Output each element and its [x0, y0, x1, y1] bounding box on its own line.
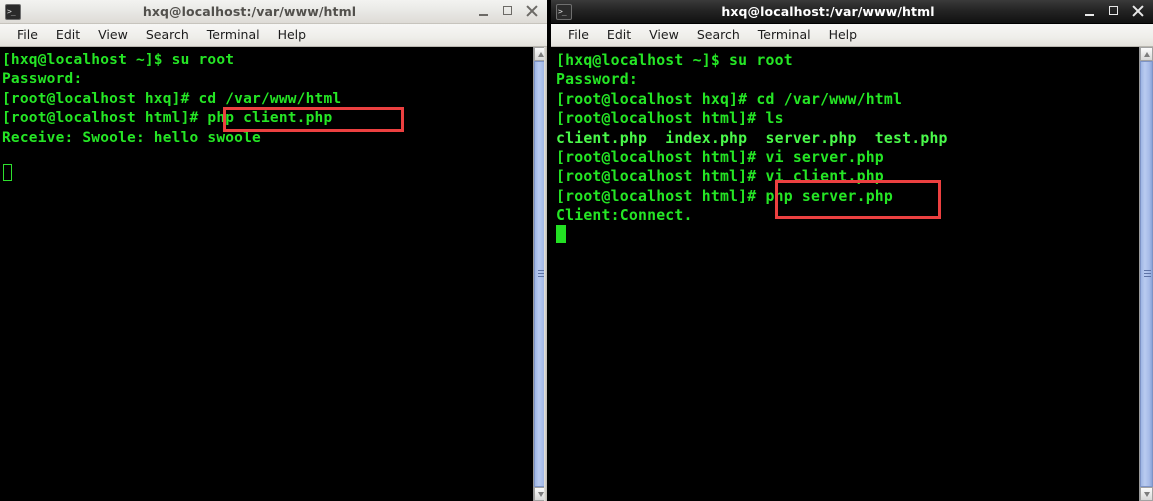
terminal-line: [root@localhost html]# php client.php — [2, 110, 333, 127]
terminal-line: [root@localhost html]# vi client.php — [556, 168, 884, 186]
terminal-line: [root@localhost hxq]# cd /var/www/html — [2, 90, 342, 107]
close-icon[interactable] — [526, 5, 539, 18]
menu-search[interactable]: Search — [688, 26, 749, 44]
maximize-icon[interactable] — [1108, 5, 1121, 18]
menu-view[interactable]: View — [89, 26, 137, 44]
terminal-line: Password: — [556, 71, 638, 89]
menu-view[interactable]: View — [640, 26, 688, 44]
menu-file[interactable]: File — [559, 26, 598, 44]
terminal-line: Client:Connect. — [556, 207, 693, 225]
close-icon[interactable] — [1132, 5, 1145, 18]
terminal-body-right: [hxq@localhost ~]$ su root Password: [ro… — [551, 47, 1153, 501]
terminal-screen-right[interactable]: [hxq@localhost ~]$ su root Password: [ro… — [551, 47, 1139, 501]
minimize-icon[interactable] — [478, 5, 491, 18]
menu-terminal[interactable]: Terminal — [749, 26, 820, 44]
terminal-line: [hxq@localhost ~]$ su root — [2, 52, 235, 68]
scroll-up-icon[interactable] — [1140, 47, 1153, 61]
terminal-line: [root@localhost html]# php server.php — [556, 187, 894, 205]
terminal-window-right[interactable]: hxq@localhost:/var/www/html File Edit Vi… — [551, 0, 1153, 501]
terminal-line: [root@localhost html]# vi server.php — [556, 149, 884, 167]
terminal-body-left: [hxq@localhost ~]$ su root Password: [ro… — [0, 47, 547, 501]
terminal-line-ls-output: client.php index.php server.php test.php — [556, 129, 948, 147]
menubar-left: File Edit View Search Terminal Help — [0, 24, 547, 47]
menu-help[interactable]: Help — [820, 26, 867, 44]
menu-edit[interactable]: Edit — [598, 26, 640, 44]
terminal-cursor-left — [3, 164, 12, 181]
menu-file[interactable]: File — [8, 26, 47, 44]
scrollbar-thumb[interactable] — [1140, 61, 1153, 487]
titlebar-right[interactable]: hxq@localhost:/var/www/html — [551, 0, 1153, 24]
scrollbar-grip-icon — [1144, 270, 1151, 278]
menu-help[interactable]: Help — [269, 26, 316, 44]
window-frame-edge-left — [544, 47, 547, 501]
menu-search[interactable]: Search — [137, 26, 198, 44]
terminal-line: [root@localhost hxq]# cd /var/www/html — [556, 90, 903, 108]
terminal-line: Password: — [2, 71, 83, 88]
maximize-icon[interactable] — [502, 5, 515, 18]
window-controls-right — [1084, 5, 1149, 18]
window-title-right: hxq@localhost:/var/www/html — [721, 4, 935, 19]
terminal-line: Receive: Swoole: hello swoole — [2, 129, 261, 146]
terminal-icon — [5, 3, 21, 20]
minimize-icon[interactable] — [1084, 5, 1097, 18]
terminal-screen-left[interactable]: [hxq@localhost ~]$ su root Password: [ro… — [0, 47, 533, 501]
terminal-line: [hxq@localhost ~]$ su root — [556, 52, 793, 69]
terminal-icon — [556, 3, 572, 20]
menu-edit[interactable]: Edit — [47, 26, 89, 44]
titlebar-left[interactable]: hxq@localhost:/var/www/html — [0, 0, 547, 24]
window-title-left: hxq@localhost:/var/www/html — [142, 4, 357, 19]
terminal-window-left[interactable]: hxq@localhost:/var/www/html File Edit Vi… — [0, 0, 547, 501]
menubar-right: File Edit View Search Terminal Help — [551, 24, 1153, 47]
scrollbar-right[interactable] — [1139, 47, 1153, 501]
terminal-cursor-right — [556, 225, 566, 243]
terminal-line: [root@localhost html]# ls — [556, 110, 784, 128]
window-controls-left — [478, 5, 543, 18]
desktop: hxq@localhost:/var/www/html File Edit Vi… — [0, 0, 1153, 501]
scroll-down-icon[interactable] — [1140, 487, 1153, 501]
menu-terminal[interactable]: Terminal — [198, 26, 269, 44]
